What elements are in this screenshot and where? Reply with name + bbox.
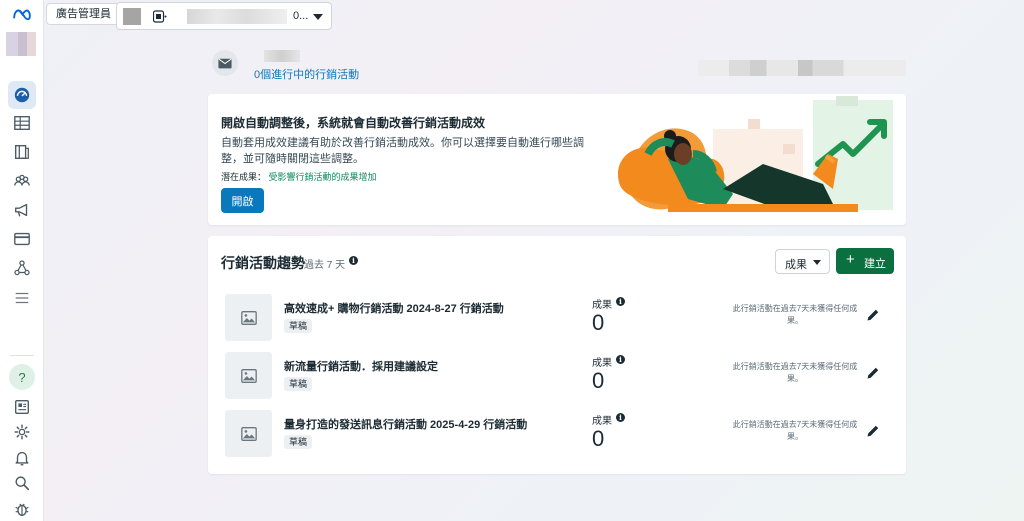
image-placeholder-icon xyxy=(225,410,272,457)
ad-account-icon xyxy=(153,10,167,23)
campaigns-table-icon[interactable] xyxy=(10,111,34,135)
no-results-note: 此行銷活動在過去7天未獲得任何成果。 xyxy=(732,304,858,325)
image-placeholder-icon xyxy=(225,352,272,399)
campaign-row[interactable]: 高效速成+ 購物行銷活動 2024-8-27 行銷活動 草稿 成果 i 0 此行… xyxy=(208,294,906,352)
status-badge: 草稿 xyxy=(284,435,313,449)
enable-button[interactable]: 開啟 xyxy=(221,188,264,213)
help-icon[interactable]: ? xyxy=(9,364,35,390)
app-tooltip: 廣告管理員 xyxy=(46,3,121,25)
no-results-note: 此行銷活動在過去7天未獲得任何成果。 xyxy=(732,420,858,441)
audiences-icon[interactable] xyxy=(10,169,34,193)
meta-logo-icon[interactable] xyxy=(10,2,34,26)
results-dropdown-label: 成果 xyxy=(785,259,807,271)
no-results-note: 此行銷活動在過去7天未獲得任何成果。 xyxy=(732,362,858,383)
potential-value: 受影響行銷活動的成果增加 xyxy=(268,172,377,182)
trends-period: 過去 7 天 xyxy=(304,260,346,271)
account-thumbnail xyxy=(123,8,141,25)
settings-gear-icon[interactable] xyxy=(10,420,34,444)
results-dropdown[interactable]: 成果 xyxy=(775,249,830,274)
info-icon[interactable]: i xyxy=(616,297,625,306)
result-label: 成果 xyxy=(592,416,612,427)
result-value: 0 xyxy=(592,368,605,393)
potential-label: 潛在成果： xyxy=(221,172,267,182)
events-icon[interactable] xyxy=(10,256,34,280)
result-label: 成果 xyxy=(592,300,612,311)
account-avatar[interactable] xyxy=(6,32,36,56)
billing-card-icon[interactable] xyxy=(10,227,34,251)
active-campaigns-link[interactable]: 0個進行中的行銷活動 xyxy=(254,66,359,82)
campaign-row[interactable]: 量身打造的發送訊息行銷活動 2025-4-29 行銷活動 草稿 成果 i 0 此… xyxy=(208,410,906,468)
chevron-down-icon xyxy=(813,260,821,265)
header-right-redacted xyxy=(698,60,906,76)
promo-potential: 潛在成果： 受影響行銷活動的成果增加 xyxy=(221,170,377,183)
account-selector[interactable]: 0... xyxy=(116,2,332,30)
info-icon[interactable]: i xyxy=(349,256,358,265)
sidebar-divider xyxy=(10,355,34,356)
menu-icon[interactable] xyxy=(10,286,34,310)
status-badge: 草稿 xyxy=(284,319,313,333)
status-badge: 草稿 xyxy=(284,377,313,391)
envelope-icon xyxy=(212,50,238,76)
result-value: 0 xyxy=(592,426,605,451)
news-icon[interactable] xyxy=(10,395,34,419)
result-label: 成果 xyxy=(592,358,612,369)
pages-icon[interactable] xyxy=(10,140,34,164)
info-icon[interactable]: i xyxy=(616,355,625,364)
edit-pencil-icon[interactable] xyxy=(866,424,880,438)
notifications-bell-icon[interactable] xyxy=(10,446,34,470)
search-icon[interactable] xyxy=(10,471,34,495)
create-button-label: 建立 xyxy=(864,258,886,270)
image-placeholder-icon xyxy=(225,294,272,341)
sidebar: ? xyxy=(0,0,44,521)
edit-pencil-icon[interactable] xyxy=(866,366,880,380)
promo-description: 自動套用成效建議有助於改善行銷活動成效。你可以選擇要自動進行哪些調整，並可隨時關… xyxy=(221,137,584,165)
campaign-name[interactable]: 高效速成+ 購物行銷活動 2024-8-27 行銷活動 xyxy=(284,300,504,316)
edit-pencil-icon[interactable] xyxy=(866,308,880,322)
bug-report-icon[interactable] xyxy=(10,497,34,521)
overview-icon[interactable] xyxy=(8,81,36,109)
campaign-row[interactable]: 新流量行銷活動．採用建議設定 草稿 成果 i 0 此行銷活動在過去7天未獲得任何… xyxy=(208,352,906,410)
plus-icon: + xyxy=(846,251,855,268)
automation-promo-card: 開啟自動調整後，系統就會自動改善行銷活動成效 自動套用成效建議有助於改善行銷活動… xyxy=(208,94,906,225)
info-icon[interactable]: i xyxy=(616,413,625,422)
header-name-redacted xyxy=(264,50,300,62)
create-button[interactable]: + 建立 xyxy=(836,248,894,274)
campaign-trends-card: 行銷活動趨勢 過去 7 天 i 成果 + 建立 高效速成+ 購物行銷活動 202… xyxy=(208,236,906,474)
promo-title: 開啟自動調整後，系統就會自動改善行銷活動成效 xyxy=(221,116,486,130)
account-name-redacted xyxy=(187,9,287,24)
megaphone-icon[interactable] xyxy=(10,198,34,222)
relaxing-person-illustration xyxy=(608,94,906,225)
campaign-name[interactable]: 新流量行銷活動．採用建議設定 xyxy=(284,358,438,374)
chevron-down-icon xyxy=(313,14,323,20)
account-name-suffix: 0... xyxy=(293,10,309,22)
result-value: 0 xyxy=(592,310,605,335)
trends-title: 行銷活動趨勢 xyxy=(221,255,305,271)
campaign-name[interactable]: 量身打造的發送訊息行銷活動 2025-4-29 行銷活動 xyxy=(284,416,527,432)
